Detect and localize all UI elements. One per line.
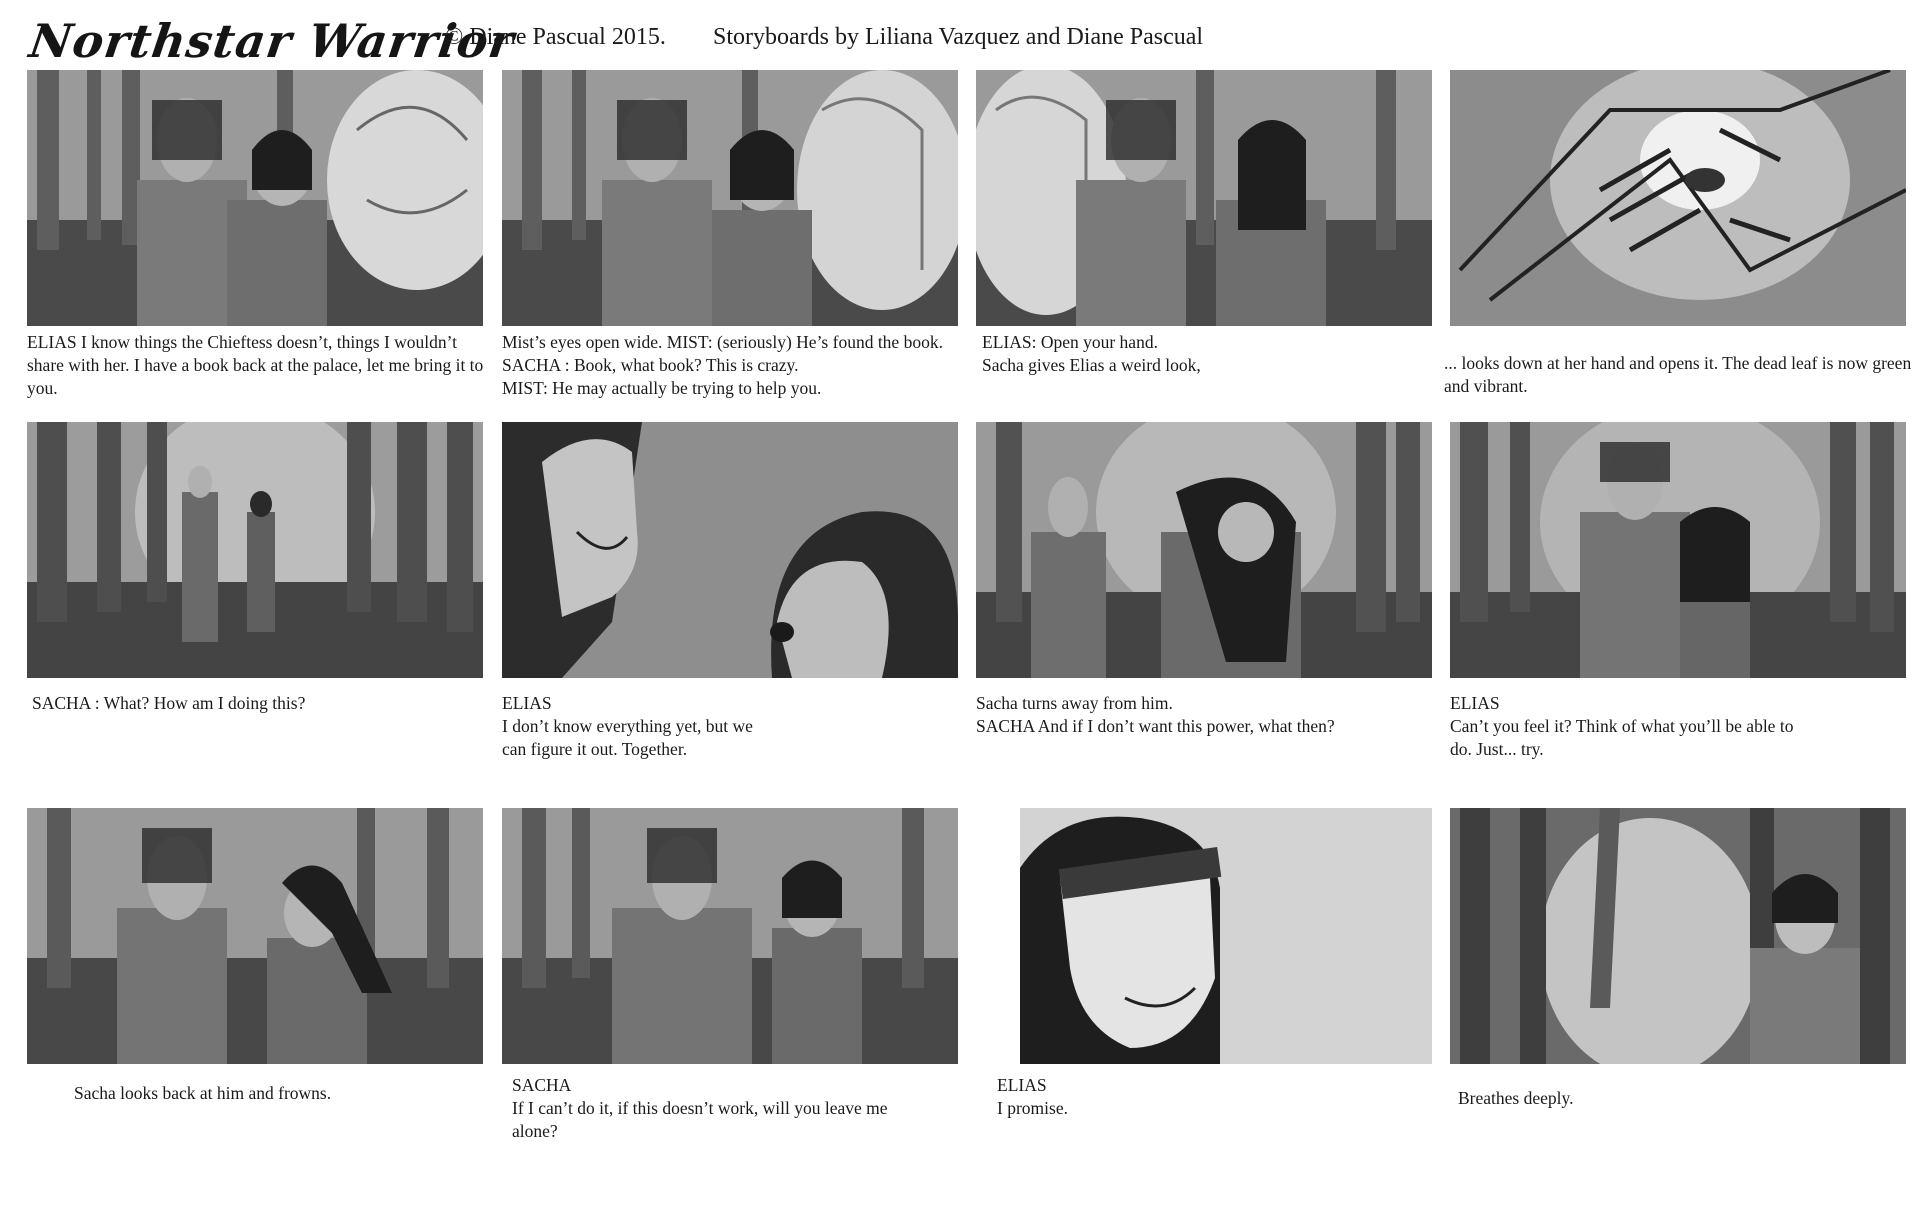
storyboard-panel-10: [502, 808, 958, 1064]
panel-2-caption: Mist’s eyes open wide. MIST: (seriously)…: [502, 332, 943, 398]
panel-6-illustration: [502, 422, 958, 678]
panel-2-illustration: [502, 70, 958, 326]
storyboard-panel-11: [1020, 808, 1432, 1064]
storyboard-panel-3: [976, 70, 1432, 326]
panel-12-illustration: [1450, 808, 1906, 1064]
panel-11-caption: ELIAS I promise.: [997, 1075, 1068, 1118]
panel-7-caption: Sacha turns away from him. SACHA And if …: [976, 693, 1335, 736]
panel-4-illustration: [1450, 70, 1906, 326]
panel-4-caption: ... looks down at her hand and opens it.…: [1444, 353, 1912, 396]
panel-9-caption: Sacha looks back at him and frowns.: [74, 1083, 332, 1103]
panel-1-caption: ELIAS I know things the Chieftess doesn’…: [27, 332, 484, 398]
storyboard-panel-9: [27, 808, 483, 1064]
panel-8-illustration: [1450, 422, 1906, 678]
storyboard-credits: Storyboards by Liliana Vazquez and Diane…: [713, 24, 1204, 50]
page-header: Northstar Warrior © Diane Pascual 2015. …: [26, 14, 1910, 74]
storyboard-panel-8: [1450, 422, 1906, 678]
panel-3-illustration: [976, 70, 1432, 326]
panel-6-caption: ELIAS I don’t know everything yet, but w…: [502, 693, 753, 759]
copyright-notice: © Diane Pascual 2015.: [445, 24, 666, 50]
panel-8-caption: ELIAS Can’t you feel it? Think of what y…: [1450, 693, 1794, 759]
storyboard-panel-1: [27, 70, 483, 326]
storyboard-panel-4: [1450, 70, 1906, 326]
panel-5-illustration: [27, 422, 483, 678]
storyboard-panel-2: [502, 70, 958, 326]
storyboard-panel-5: [27, 422, 483, 678]
panel-12-caption: Breathes deeply.: [1458, 1088, 1574, 1108]
panel-7-illustration: [976, 422, 1432, 678]
panel-1-illustration: [27, 70, 483, 326]
panel-11-illustration: [1020, 808, 1432, 1064]
panel-3-caption: ELIAS: Open your hand. Sacha gives Elias…: [982, 332, 1201, 375]
storyboard-panel-6: [502, 422, 958, 678]
panel-9-illustration: [27, 808, 483, 1064]
storyboard-panel-7: [976, 422, 1432, 678]
panel-10-illustration: [502, 808, 958, 1064]
storyboard-panel-12: [1450, 808, 1906, 1064]
panel-5-caption: SACHA : What? How am I doing this?: [32, 693, 306, 713]
panel-10-caption: SACHA If I can’t do it, if this doesn’t …: [512, 1075, 888, 1141]
